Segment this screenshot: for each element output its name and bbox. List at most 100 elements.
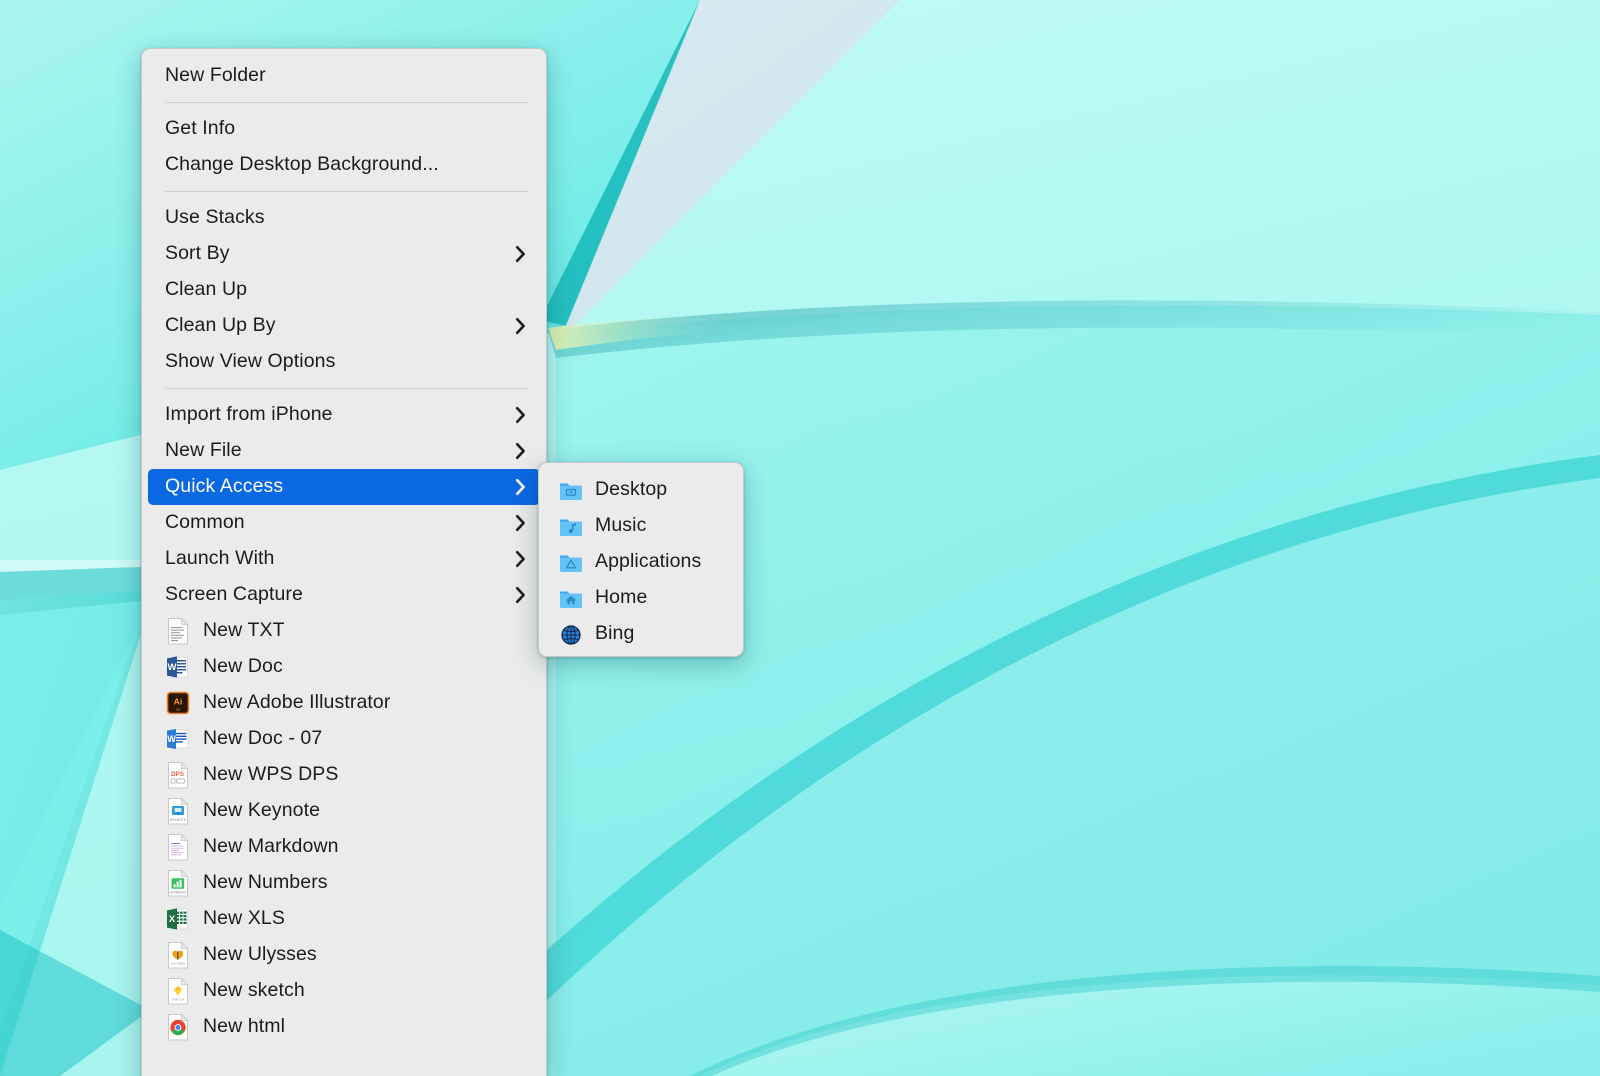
menu-item-new-keynote[interactable]: KEYNOTE New Keynote — [148, 793, 540, 829]
ulysses-icon: ULYSSES — [165, 941, 191, 969]
numbers-icon: NUMBERS — [165, 869, 191, 897]
sketch-icon: SKETCH — [165, 977, 191, 1005]
menu-item-label: Sort By — [165, 242, 230, 265]
menu-item-label: New sketch — [203, 979, 305, 1002]
menu-item-sort-by[interactable]: Sort By — [148, 236, 540, 272]
svg-text:Ai: Ai — [174, 697, 183, 707]
menu-item-label: New Adobe Illustrator — [203, 691, 391, 714]
menu-item-label: Quick Access — [165, 475, 284, 498]
folder-home-icon — [558, 584, 584, 612]
menu-item-new-sketch[interactable]: SKETCH New sketch — [148, 973, 540, 1009]
menu-item-new-txt[interactable]: New TXT — [148, 613, 540, 649]
menu-item-clean-up[interactable]: Clean Up — [148, 272, 540, 308]
submenu-item-label: Applications — [595, 550, 702, 573]
menu-item-screen-capture[interactable]: Screen Capture — [148, 577, 540, 613]
chevron-right-icon — [515, 442, 526, 460]
menu-item-label: Clean Up By — [165, 314, 276, 337]
chevron-right-icon — [515, 317, 526, 335]
submenu-item-applications[interactable]: Applications — [545, 544, 737, 580]
menu-item-new-xls[interactable]: X New XLS — [148, 901, 540, 937]
submenu-item-label: Home — [595, 586, 648, 609]
menu-separator — [165, 388, 529, 389]
menu-item-label: Screen Capture — [165, 583, 303, 606]
menu-item-label: New Keynote — [203, 799, 321, 822]
menu-item-label: New Markdown — [203, 835, 339, 858]
chevron-right-icon — [515, 550, 526, 568]
svg-text:SKETCH: SKETCH — [172, 998, 185, 1002]
submenu-item-music[interactable]: Music — [545, 508, 737, 544]
menu-item-label: New WPS DPS — [203, 763, 339, 786]
menu-item-new-adobe-illustrator[interactable]: Ai Ai New Adobe Illustrator — [148, 685, 540, 721]
chevron-right-icon — [515, 586, 526, 604]
excel-xls-icon: X — [165, 905, 191, 933]
svg-text:NUMBERS: NUMBERS — [170, 890, 187, 894]
menu-item-new-doc[interactable]: W New Doc — [148, 649, 540, 685]
chevron-right-icon — [515, 478, 526, 496]
menu-item-new-markdown[interactable]: New Markdown — [148, 829, 540, 865]
svg-text:ULYSSES: ULYSSES — [171, 962, 185, 966]
menu-item-label: Show View Options — [165, 350, 336, 373]
submenu-item-label: Bing — [595, 622, 635, 645]
chevron-right-icon — [515, 406, 526, 424]
menu-separator — [165, 191, 529, 192]
submenu-item-home[interactable]: Home — [545, 580, 737, 616]
menu-item-launch-with[interactable]: Launch With — [148, 541, 540, 577]
menu-item-clean-up-by[interactable]: Clean Up By — [148, 308, 540, 344]
txt-document-icon — [165, 617, 191, 645]
menu-separator — [165, 102, 529, 103]
menu-item-new-folder[interactable]: New Folder — [148, 58, 540, 94]
menu-item-label: Common — [165, 511, 245, 534]
menu-item-label: New TXT — [203, 619, 285, 642]
menu-item-label: Import from iPhone — [165, 403, 333, 426]
menu-item-label: New Doc - 07 — [203, 727, 323, 750]
desktop-context-menu[interactable]: New Folder Get Info Change Desktop Backg… — [141, 48, 547, 1076]
menu-item-label: New Folder — [165, 64, 266, 87]
menu-item-change-desktop-background[interactable]: Change Desktop Background... — [148, 147, 540, 183]
menu-item-common[interactable]: Common — [148, 505, 540, 541]
menu-item-new-doc-07[interactable]: W New Doc - 07 — [148, 721, 540, 757]
submenu-item-label: Music — [595, 514, 647, 537]
menu-item-new-html[interactable]: New html — [148, 1009, 540, 1045]
svg-text:W: W — [167, 734, 176, 744]
menu-item-label: Get Info — [165, 117, 236, 140]
menu-item-import-from-iphone[interactable]: Import from iPhone — [148, 397, 540, 433]
svg-text:KEYNOTE: KEYNOTE — [170, 818, 187, 822]
menu-item-new-file[interactable]: New File — [148, 433, 540, 469]
menu-item-label: Change Desktop Background... — [165, 153, 439, 176]
folder-desktop-icon — [558, 476, 584, 504]
svg-text:X: X — [169, 914, 176, 925]
folder-applications-icon — [558, 548, 584, 576]
svg-text:DPS: DPS — [171, 771, 184, 778]
submenu-item-label: Desktop — [595, 478, 668, 501]
word-docx-icon: W — [165, 725, 191, 753]
menu-item-label: New File — [165, 439, 242, 462]
menu-item-show-view-options[interactable]: Show View Options — [148, 344, 540, 380]
submenu-item-desktop[interactable]: Desktop — [545, 472, 737, 508]
quick-access-submenu[interactable]: Desktop Music Applications Home Bing — [538, 462, 744, 657]
menu-item-use-stacks[interactable]: Use Stacks — [148, 200, 540, 236]
menu-item-label: Use Stacks — [165, 206, 265, 229]
svg-text:W: W — [167, 662, 176, 673]
menu-item-new-numbers[interactable]: NUMBERS New Numbers — [148, 865, 540, 901]
menu-item-label: New Ulysses — [203, 943, 317, 966]
adobe-illustrator-icon: Ai Ai — [165, 689, 191, 717]
menu-item-new-wps-dps[interactable]: DPS New WPS DPS — [148, 757, 540, 793]
menu-item-new-ulysses[interactable]: ULYSSES New Ulysses — [148, 937, 540, 973]
chevron-right-icon — [515, 514, 526, 532]
menu-item-label: Launch With — [165, 547, 275, 570]
menu-item-label: New Doc — [203, 655, 283, 678]
markdown-document-icon — [165, 833, 191, 861]
folder-music-icon — [558, 512, 584, 540]
menu-item-label: New Numbers — [203, 871, 328, 894]
word-doc-icon: W — [165, 653, 191, 681]
menu-item-get-info[interactable]: Get Info — [148, 111, 540, 147]
submenu-item-bing[interactable]: Bing — [545, 616, 737, 652]
menu-item-label: New XLS — [203, 907, 285, 930]
keynote-icon: KEYNOTE — [165, 797, 191, 825]
globe-bing-icon — [558, 620, 584, 648]
desktop: New Folder Get Info Change Desktop Backg… — [0, 0, 1600, 1076]
menu-item-quick-access[interactable]: Quick Access — [148, 469, 540, 505]
wps-dps-icon: DPS — [165, 761, 191, 789]
chevron-right-icon — [515, 245, 526, 263]
menu-item-label: New html — [203, 1015, 286, 1038]
